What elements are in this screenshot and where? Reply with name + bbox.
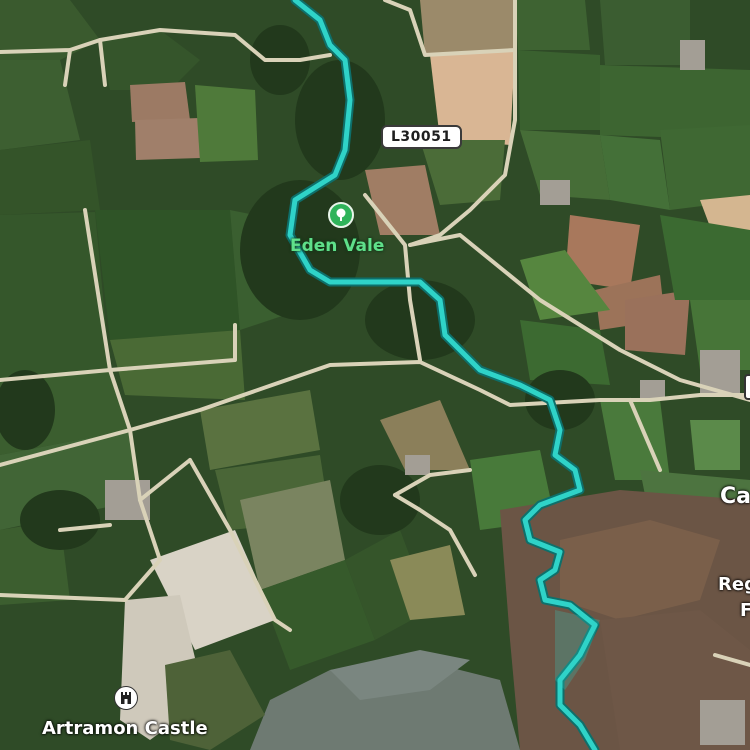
place-label-eden-vale[interactable]: Eden Vale [290,236,384,256]
place-label-clipped-reserve-line2[interactable]: F [740,600,750,621]
castle-icon[interactable] [114,686,138,710]
place-label-clipped-town[interactable]: Ca [720,484,750,509]
place-label-clipped-reserve[interactable]: Reg [718,574,750,595]
place-label-artramon-castle[interactable]: Artramon Castle [42,718,208,739]
tree-icon[interactable] [328,202,354,228]
road-label-badge: L30051 [381,125,462,149]
satellite-imagery [0,0,750,750]
road-label-badge-clipped [744,374,750,400]
map-view[interactable]: L30051 Eden Vale Artramon Castle Ca Reg … [0,0,750,750]
